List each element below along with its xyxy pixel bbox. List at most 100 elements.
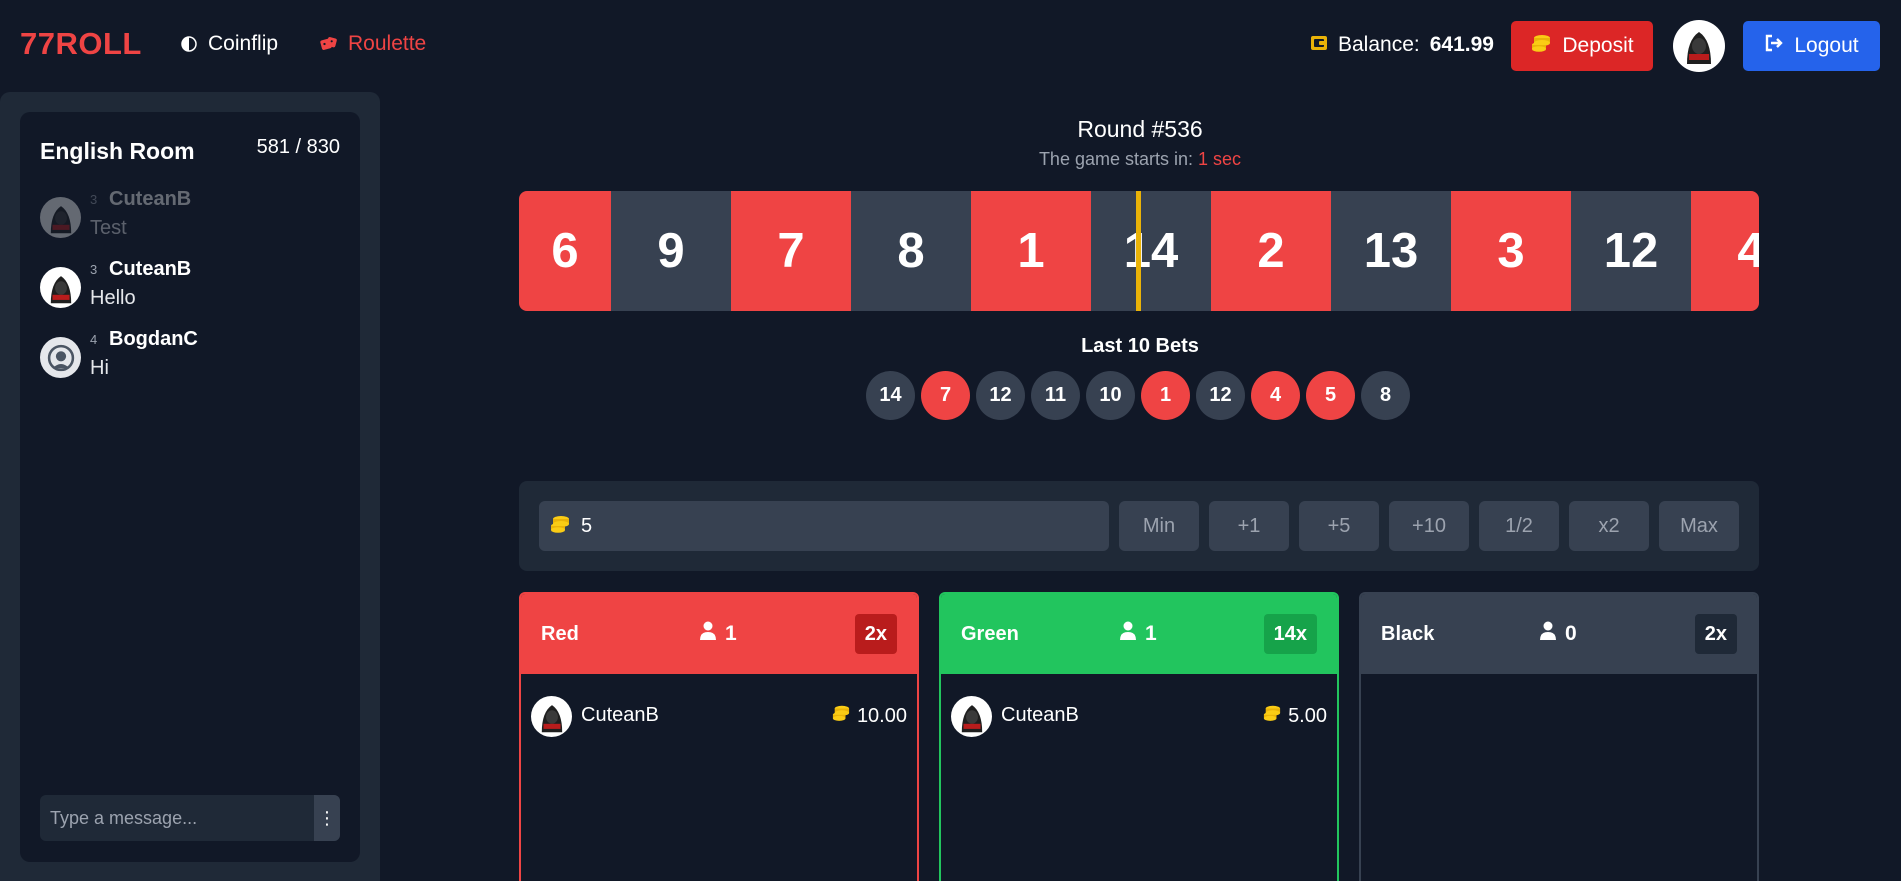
helmet-avatar-icon [40, 337, 81, 378]
player-count-value: 0 [1565, 622, 1577, 645]
logout-button[interactable]: Logout [1743, 21, 1880, 71]
bet-amount-value: 5.00 [1288, 704, 1327, 727]
roulette-pointer [1136, 191, 1141, 311]
wallet-icon [1310, 33, 1328, 57]
chat-message: 3 CuteanB Test [40, 188, 340, 250]
history-list: 14 7 12 11 10 1 12 4 5 8 [866, 371, 1410, 420]
coin-icon [180, 35, 198, 53]
hooded-avatar-icon [951, 696, 992, 737]
history-chip: 1 [1141, 371, 1190, 420]
chat-input-wrap: ⋮ [40, 795, 340, 841]
nav-roulette-label: Roulette [348, 32, 427, 55]
chat-panel: English Room 581 / 830 3 CuteanB Test 3 … [20, 112, 360, 862]
coins-icon [831, 704, 851, 728]
bet-entry: CuteanB 5.00 [951, 694, 1327, 738]
bet-column-black: Black 0 2x [1359, 592, 1759, 881]
chat-username[interactable]: CuteanB [109, 258, 191, 281]
player-count-value: 1 [725, 622, 737, 645]
history-chip: 5 [1306, 371, 1355, 420]
bettor-name: CuteanB [1001, 704, 1079, 726]
roulette-tile: 1 [971, 191, 1091, 311]
balance-value: 641.99 [1429, 33, 1494, 56]
hooded-avatar-icon [40, 197, 81, 238]
deposit-button[interactable]: Deposit [1511, 21, 1653, 71]
bet-plus5-button[interactable]: +5 [1299, 501, 1379, 551]
bet-amount: 10.00 [831, 704, 907, 728]
roulette-tile: 3 [1451, 191, 1571, 311]
top-header: 77ROLL Coinflip Roulette Balance: 641.99… [0, 0, 1901, 92]
balance-display: Balance: 641.99 [1310, 33, 1494, 57]
history-chip: 12 [1196, 371, 1245, 420]
player-count-value: 1 [1145, 622, 1157, 645]
more-options-icon[interactable]: ⋮ [314, 795, 340, 841]
bet-amount-input[interactable] [581, 514, 1081, 538]
chat-input[interactable] [40, 795, 312, 841]
round-title: Round #536 [1077, 116, 1203, 142]
roulette-tile: 12 [1571, 191, 1691, 311]
roulette-tile: 14 [1091, 191, 1211, 311]
history-chip: 7 [921, 371, 970, 420]
multiplier-badge: 14x [1263, 614, 1317, 654]
nav-coinflip-label: Coinflip [208, 32, 279, 55]
chat-text: Hi [90, 357, 109, 379]
bet-amount-field [539, 501, 1109, 551]
roulette-tile: 8 [851, 191, 971, 311]
chat-sidebar: English Room 581 / 830 3 CuteanB Test 3 … [0, 92, 380, 881]
bet-green-button[interactable]: Green 1 14x [941, 594, 1337, 674]
balance-label: Balance: [1338, 33, 1420, 56]
bet-half-button[interactable]: 1/2 [1479, 501, 1559, 551]
dice-icon [320, 35, 338, 53]
roulette-tile: 7 [731, 191, 851, 311]
bettor-name: CuteanB [581, 704, 659, 726]
user-level: 3 [90, 262, 98, 277]
user-level: 3 [90, 192, 98, 207]
chat-text: Hello [90, 287, 136, 309]
bet-controls: Min +1 +5 +10 1/2 x2 Max [519, 481, 1759, 571]
history-chip: 11 [1031, 371, 1080, 420]
chat-username[interactable]: CuteanB [109, 188, 191, 211]
bet-column-green: Green 1 14x CuteanB 5.00 [939, 592, 1339, 881]
bet-amount-value: 10.00 [856, 704, 907, 727]
bet-max-button[interactable]: Max [1659, 501, 1739, 551]
history-chip: 4 [1251, 371, 1300, 420]
chat-username[interactable]: BogdanC [109, 328, 198, 351]
round-timer: The game starts in: 1 sec [940, 149, 1340, 170]
site-logo[interactable]: 77ROLL [20, 26, 142, 62]
nav-coinflip[interactable]: Coinflip [180, 32, 278, 56]
roulette-tile: 9 [611, 191, 731, 311]
user-icon [699, 621, 717, 647]
player-count: 1 [699, 621, 737, 647]
bet-plus1-button[interactable]: +1 [1209, 501, 1289, 551]
deposit-label: Deposit [1562, 34, 1634, 57]
history-title: Last 10 Bets [1081, 335, 1199, 357]
user-icon [1539, 621, 1557, 647]
bet-double-button[interactable]: x2 [1569, 501, 1649, 551]
user-icon [1119, 621, 1137, 647]
bet-entry: CuteanB 10.00 [531, 694, 907, 738]
bet-red-button[interactable]: Red 1 2x [521, 594, 917, 674]
timer-value: 1 sec [1198, 149, 1242, 169]
nav-roulette[interactable]: Roulette [320, 32, 426, 56]
roulette-tile: 4 [1691, 191, 1759, 311]
user-avatar[interactable] [1673, 20, 1725, 72]
coins-icon [1262, 704, 1282, 728]
coins-icon [1530, 33, 1552, 59]
multiplier-badge: 2x [854, 614, 897, 654]
chat-message: 4 BogdanC Hi [40, 328, 340, 390]
history-chip: 8 [1361, 371, 1410, 420]
bet-plus10-button[interactable]: +10 [1389, 501, 1469, 551]
hooded-avatar-icon [531, 696, 572, 737]
hooded-avatar-icon [40, 267, 81, 308]
bet-amount: 5.00 [1262, 704, 1327, 728]
logout-label: Logout [1794, 34, 1859, 57]
timer-label: The game starts in: [1038, 149, 1194, 169]
column-name: Red [541, 623, 579, 645]
bet-column-red: Red 1 2x CuteanB 10.00 [519, 592, 919, 881]
roulette-tile: 6 [519, 191, 611, 311]
player-count: 1 [1119, 621, 1157, 647]
bet-min-button[interactable]: Min [1119, 501, 1199, 551]
chat-online-count: 581 / 830 [256, 136, 340, 158]
bet-black-button[interactable]: Black 0 2x [1361, 594, 1757, 674]
chat-room-title: English Room [40, 138, 195, 164]
user-level: 4 [90, 332, 98, 347]
